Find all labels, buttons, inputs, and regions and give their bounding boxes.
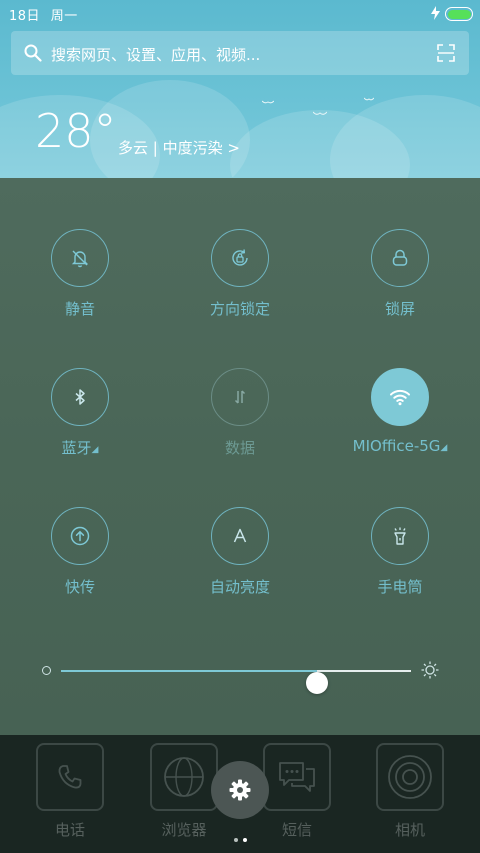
expand-indicator-icon: ◢ xyxy=(440,443,448,453)
scan-icon[interactable] xyxy=(437,44,455,62)
transfer-icon xyxy=(70,526,90,546)
brightness-low-icon xyxy=(42,666,51,675)
charging-icon xyxy=(431,6,440,20)
brightness-high-icon xyxy=(421,661,439,679)
weather-header: 18日 周一 搜索网页、设置、应用、视频... 28° 多云 | 中度污染 > xyxy=(0,0,480,178)
dock-app-camera[interactable]: 相机 xyxy=(355,743,465,840)
dock-app-phone-icon[interactable] xyxy=(36,743,104,811)
dock-app-label: 浏览器 xyxy=(161,821,207,839)
control-center-panel: 静音 方向锁定 锁屏 蓝牙◢ 数据 MIOffice-5G◢ 快传 自动亮度 手… xyxy=(0,178,480,735)
expand-indicator-icon: ◢ xyxy=(91,445,99,455)
bird-decoration xyxy=(262,100,274,104)
toggle-bluetooth-text: 蓝牙 xyxy=(61,439,92,457)
toggle-mobile-data-button[interactable] xyxy=(211,368,269,426)
toggle-flashlight-button[interactable] xyxy=(371,507,429,565)
toggle-mute-button[interactable] xyxy=(51,229,109,287)
toggle-flashlight-label: 手电筒 xyxy=(377,578,423,596)
page-dot xyxy=(234,838,238,842)
brightness-slider[interactable] xyxy=(40,658,440,694)
lock-icon xyxy=(392,249,408,266)
auto-brightness-icon xyxy=(233,528,247,543)
bluetooth-icon xyxy=(75,389,85,405)
toggle-auto-brightness[interactable]: 自动亮度 xyxy=(160,507,320,597)
dock-app-phone[interactable]: 电话 xyxy=(15,743,125,840)
toggle-auto-brightness-label: 自动亮度 xyxy=(209,578,270,596)
toggle-bluetooth-button[interactable] xyxy=(51,368,109,426)
search-placeholder: 搜索网页、设置、应用、视频... xyxy=(51,46,261,64)
toggle-lock-screen-button[interactable] xyxy=(371,229,429,287)
toggle-mute-label: 静音 xyxy=(64,300,95,318)
weather-description[interactable]: 多云 | 中度污染 > xyxy=(118,137,240,158)
toggle-mute[interactable]: 静音 xyxy=(0,229,160,319)
toggle-rotation-lock[interactable]: 方向锁定 xyxy=(160,229,320,319)
toggle-auto-brightness-button[interactable] xyxy=(211,507,269,565)
camera-icon xyxy=(388,755,432,799)
toggle-rotation-lock-button[interactable] xyxy=(211,229,269,287)
status-bar: 18日 周一 xyxy=(0,0,480,28)
dock-app-camera-icon[interactable] xyxy=(376,743,444,811)
toggle-rotation-lock-label: 方向锁定 xyxy=(209,300,270,318)
page-dot xyxy=(243,838,247,842)
phone-icon xyxy=(58,765,82,789)
toggle-bluetooth[interactable]: 蓝牙◢ xyxy=(0,368,160,458)
search-bar[interactable]: 搜索网页、设置、应用、视频... xyxy=(11,31,469,75)
battery-level xyxy=(447,9,471,19)
messages-icon xyxy=(279,762,315,792)
toggle-quick-transfer[interactable]: 快传 xyxy=(0,507,160,597)
bird-decoration xyxy=(364,97,374,101)
bird-decoration xyxy=(313,111,327,115)
rotation-lock-icon xyxy=(232,249,248,266)
dock-app-browser-icon[interactable] xyxy=(150,743,218,811)
dock-app-label: 相机 xyxy=(394,821,425,839)
dock-app-label: 电话 xyxy=(54,821,85,839)
toggle-quick-transfer-button[interactable] xyxy=(51,507,109,565)
toggle-lock-screen-label: 锁屏 xyxy=(384,300,415,318)
gear-icon xyxy=(229,779,251,801)
toggle-flashlight[interactable]: 手电筒 xyxy=(320,507,480,597)
toggle-quick-transfer-label: 快传 xyxy=(64,578,95,596)
toggle-bluetooth-label: 蓝牙◢ xyxy=(0,437,160,458)
flashlight-icon xyxy=(394,527,406,545)
toggle-wifi-text: MIOffice-5G xyxy=(352,437,441,455)
dock-app-messages-icon[interactable] xyxy=(263,743,331,811)
search-icon xyxy=(24,44,42,62)
wifi-icon xyxy=(390,389,410,406)
page-indicator xyxy=(234,827,252,846)
brightness-fill xyxy=(61,670,317,672)
toggle-mobile-data-label: 数据 xyxy=(224,439,255,457)
status-weekday: 周一 xyxy=(50,9,78,24)
toggle-wifi-button[interactable] xyxy=(371,368,429,426)
dock-app-label: 短信 xyxy=(281,821,312,839)
toggle-wifi[interactable]: MIOffice-5G◢ xyxy=(320,368,480,455)
toggle-lock-screen[interactable]: 锁屏 xyxy=(320,229,480,319)
brightness-knob[interactable] xyxy=(305,672,328,694)
status-date: 18日 xyxy=(9,9,41,24)
browser-icon xyxy=(164,757,204,797)
brightness-track[interactable] xyxy=(61,670,411,694)
mobile-data-icon xyxy=(234,390,246,404)
settings-button[interactable] xyxy=(211,761,269,819)
status-datetime: 18日 周一 xyxy=(9,5,84,24)
toggle-wifi-label: MIOffice-5G◢ xyxy=(320,437,480,455)
toggle-mobile-data[interactable]: 数据 xyxy=(160,368,320,458)
temperature[interactable]: 28° xyxy=(35,108,117,154)
cloud-decoration xyxy=(330,95,480,178)
bell-off-icon xyxy=(71,250,89,268)
battery-icon xyxy=(445,7,473,21)
